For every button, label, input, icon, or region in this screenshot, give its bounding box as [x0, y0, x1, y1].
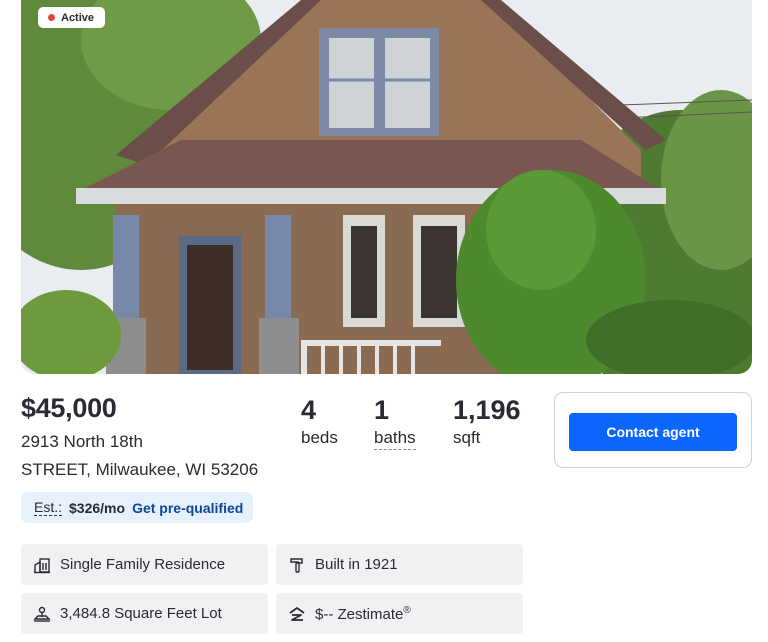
building-icon [33, 556, 51, 574]
baths-label[interactable]: baths [374, 427, 416, 450]
estimate-label[interactable]: Est.: [34, 499, 63, 516]
listing-address: 2913 North 18th STREET, Milwaukee, WI 53… [21, 428, 258, 484]
get-prequalified-link[interactable]: Get pre-qualified [132, 500, 243, 516]
beds-label: beds [301, 428, 338, 447]
sqft-stat: 1,196 sqft [453, 393, 521, 449]
contact-agent-button[interactable]: Contact agent [569, 413, 737, 451]
status-dot-icon [48, 14, 55, 21]
estimated-payment: Est.: $326/mo Get pre-qualified [21, 492, 254, 523]
fact-home-type-label: Single Family Residence [60, 556, 226, 573]
address-line-2: STREET, Milwaukee, WI 53206 [21, 460, 259, 479]
fact-year-built: Built in 1921 [276, 544, 523, 585]
fact-zestimate-label: $-- Zestimate® [315, 605, 411, 623]
zestimate-logo-icon [288, 605, 306, 623]
hammer-icon [288, 556, 306, 574]
zestimate-registered-mark: ® [403, 604, 411, 616]
fact-zestimate: $-- Zestimate® [276, 593, 523, 634]
beds-stat: 4 beds [301, 393, 338, 449]
address-line-1: 2913 North 18th [21, 432, 143, 451]
fact-home-type: Single Family Residence [21, 544, 268, 585]
baths-value: 1 [374, 395, 390, 425]
listing-price: $45,000 [21, 393, 117, 423]
estimate-value: $326/mo [69, 499, 126, 516]
beds-value: 4 [301, 395, 317, 425]
status-badge: Active [38, 7, 106, 28]
lot-size-icon [33, 605, 51, 623]
fact-lot-size-label: 3,484.8 Square Feet Lot [60, 605, 222, 622]
contact-card: Contact agent [554, 392, 752, 468]
baths-stat[interactable]: 1 baths [374, 393, 416, 450]
fact-lot-size: 3,484.8 Square Feet Lot [21, 593, 268, 634]
sqft-value: 1,196 [453, 395, 521, 425]
sqft-label: sqft [453, 428, 481, 447]
zestimate-text: $-- Zestimate [315, 605, 404, 623]
status-label: Active [61, 11, 95, 24]
fact-year-built-label: Built in 1921 [315, 556, 398, 573]
property-photo[interactable] [21, 0, 752, 374]
